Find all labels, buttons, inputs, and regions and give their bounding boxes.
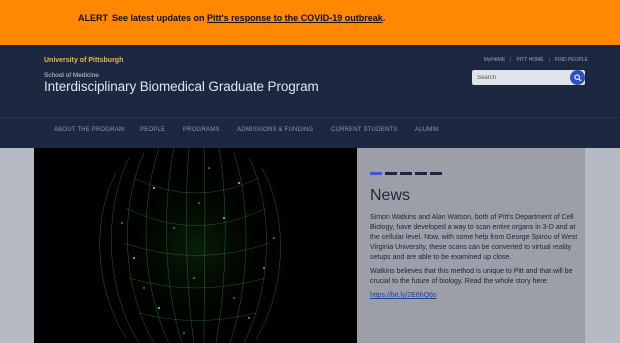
- separator: |: [548, 57, 550, 63]
- separator: |: [510, 57, 512, 63]
- alert-label: ALERT: [78, 13, 108, 23]
- news-paragraph: Watkins believes that this method is uni…: [370, 268, 573, 285]
- util-link-find-people[interactable]: FIND PEOPLE: [555, 57, 588, 63]
- hero-image: [34, 148, 357, 343]
- slide-indicator[interactable]: [415, 172, 427, 175]
- nav-item-current-students[interactable]: CURRENT STUDENTS: [331, 127, 397, 133]
- organ-scan-image: [34, 148, 357, 343]
- slide-indicator[interactable]: [400, 172, 412, 175]
- story-link[interactable]: https://bit.ly/2E6hQ6s: [370, 292, 437, 299]
- slide-indicators: [370, 172, 442, 175]
- utility-links: MyPittME | PITT HOME | FIND PEOPLE: [484, 57, 588, 63]
- slide-indicator[interactable]: [430, 172, 442, 175]
- util-link-mypittme[interactable]: MyPittME: [484, 57, 505, 63]
- news-heading: News: [370, 187, 411, 204]
- util-link-pitt-home[interactable]: PITT HOME: [516, 57, 543, 63]
- search-icon: [573, 73, 581, 81]
- school-name[interactable]: School of Medicine: [44, 72, 99, 79]
- slide-indicator[interactable]: [370, 172, 382, 175]
- alert-message: See latest updates on Pitt's response to…: [112, 13, 386, 23]
- news-body: Simon Watkins and Alan Watson, both of P…: [370, 213, 580, 301]
- nav-item-admissions[interactable]: ADMISSIONS & FUNDING: [237, 127, 313, 133]
- nav-item-programs[interactable]: PROGRAMS: [183, 127, 220, 133]
- covid-response-link[interactable]: Pitt's response to the COVID-19 outbreak: [207, 13, 383, 23]
- search-button[interactable]: [570, 70, 585, 85]
- search-box: [472, 70, 585, 85]
- news-paragraph: Simon Watkins and Alan Watson, both of P…: [370, 214, 578, 261]
- nav-item-about[interactable]: ABOUT THE PROGRAM: [54, 127, 124, 133]
- nav-item-alumni[interactable]: ALUMNI: [415, 127, 439, 133]
- program-title[interactable]: Interdisciplinary Biomedical Graduate Pr…: [44, 79, 319, 94]
- search-input[interactable]: [472, 70, 572, 85]
- nav-item-people[interactable]: PEOPLE: [140, 127, 165, 133]
- slide-indicator[interactable]: [385, 172, 397, 175]
- university-name[interactable]: University of Pittsburgh: [44, 57, 123, 64]
